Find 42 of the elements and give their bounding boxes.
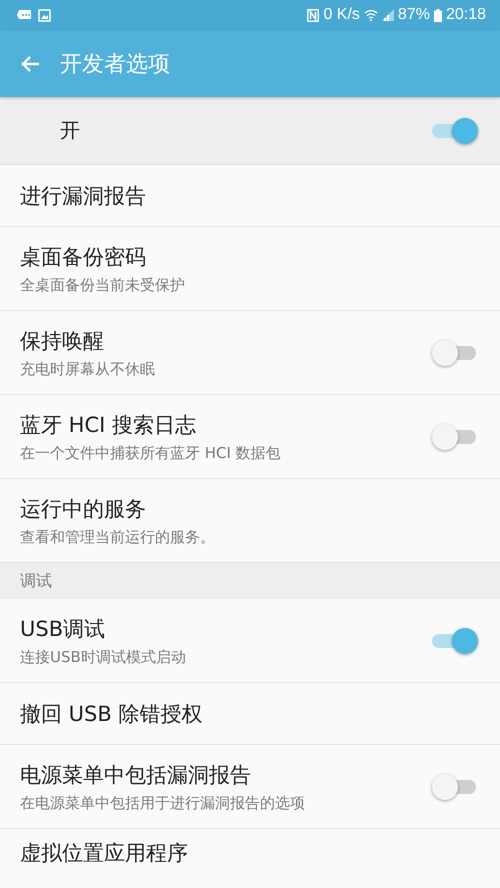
master-switch-row[interactable]: 开 [0, 97, 500, 165]
item-title: 保持唤醒 [20, 328, 105, 354]
wifi-icon [364, 9, 378, 21]
signal-icon [382, 9, 394, 21]
settings-item[interactable]: 撤回 USB 除错授权 [0, 683, 500, 745]
item-title: 蓝牙 HCI 搜索日志 [20, 412, 197, 438]
nfc-icon [307, 8, 320, 22]
toggle-switch[interactable] [432, 116, 478, 144]
item-title: 撤回 USB 除错授权 [20, 700, 202, 728]
item-summary: 在电源菜单中包括用于进行漏洞报告的选项 [20, 794, 305, 812]
settings-item[interactable]: USB调试 连接USB时调试模式启动 [0, 599, 500, 683]
image-icon [38, 8, 51, 22]
toggle-switch[interactable] [432, 422, 478, 450]
settings-item[interactable]: 蓝牙 HCI 搜索日志 在一个文件中捕获所有蓝牙 HCI 数据包 [0, 395, 500, 479]
screen-title: 开发者选项 [60, 50, 170, 78]
switch-label: 开 [60, 117, 80, 144]
back-icon[interactable] [20, 54, 40, 72]
item-title: 进行漏洞报告 [20, 182, 146, 210]
section-header: 调试 [0, 563, 500, 599]
item-summary: 连接USB时调试模式启动 [20, 648, 186, 666]
settings-item[interactable]: 电源菜单中包括漏洞报告 在电源菜单中包括用于进行漏洞报告的选项 [0, 745, 500, 829]
settings-item[interactable]: 进行漏洞报告 [0, 165, 500, 227]
clock: 20:18 [446, 6, 486, 24]
battery-icon [434, 8, 442, 22]
toggle-switch[interactable] [432, 626, 478, 654]
item-title: USB调试 [20, 616, 106, 642]
item-summary: 查看和管理当前运行的服务。 [20, 528, 215, 546]
item-summary: 全桌面备份当前未受保护 [20, 276, 185, 294]
item-title: 运行中的服务 [20, 496, 147, 522]
settings-item[interactable]: 保持唤醒 充电时屏幕从不休眠 [0, 311, 500, 395]
toggle-switch[interactable] [432, 772, 478, 800]
item-summary: 在一个文件中捕获所有蓝牙 HCI 数据包 [20, 444, 281, 462]
settings-item[interactable]: 桌面备份密码 全桌面备份当前未受保护 [0, 227, 500, 311]
item-title: 桌面备份密码 [20, 244, 147, 270]
message-icon [16, 9, 32, 21]
item-title: 虚拟位置应用程序 [20, 840, 188, 867]
item-summary: 充电时屏幕从不休眠 [20, 360, 155, 378]
item-title: 电源菜单中包括漏洞报告 [20, 762, 252, 788]
data-rate: 0 K/s [323, 6, 360, 24]
battery-level: 87% [398, 6, 430, 24]
toggle-switch[interactable] [432, 338, 478, 366]
settings-item[interactable]: 虚拟位置应用程序 [0, 829, 500, 888]
